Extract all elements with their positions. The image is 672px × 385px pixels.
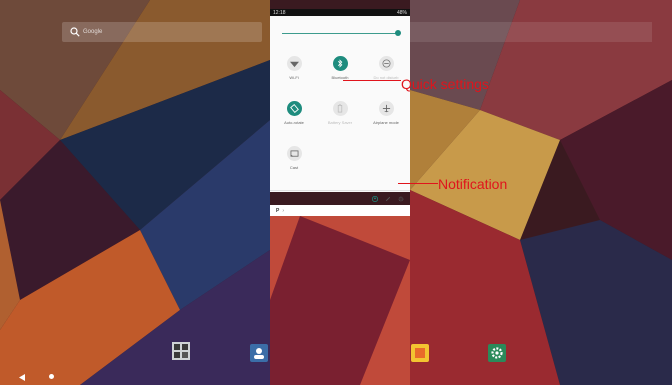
- contacts-icon[interactable]: [250, 344, 268, 362]
- cast-icon: [286, 146, 302, 161]
- tile-airplane[interactable]: Airplane mode: [369, 101, 403, 125]
- status-bar: 12:18 48%: [270, 9, 410, 16]
- bluetooth-icon: [332, 56, 348, 71]
- brightness-slider-thumb[interactable]: [395, 30, 401, 36]
- brightness-slider[interactable]: [282, 33, 398, 34]
- notification-app-icon: P: [276, 207, 280, 214]
- tile-dnd[interactable]: Do not disturb: [369, 56, 403, 80]
- quick-settings-panel: Wi-Fi Bluetooth Do not disturb Auto-rota…: [270, 16, 410, 202]
- google-search-bar[interactable]: Google: [62, 22, 262, 42]
- dnd-icon: [378, 56, 394, 71]
- settings-icon[interactable]: [398, 196, 404, 202]
- tile-battery-saver-label: Battery Saver: [327, 120, 353, 125]
- user-icon[interactable]: [372, 196, 378, 202]
- tile-cast[interactable]: Cast: [277, 146, 311, 170]
- airplane-icon: [378, 101, 394, 116]
- tile-wifi-label: Wi-Fi: [289, 75, 299, 80]
- search-bar-extension: [410, 22, 652, 42]
- notification-shade: 12:18 48% Wi-Fi Bluetooth Do not disturb: [270, 9, 410, 216]
- tile-airplane-label: Airplane mode: [373, 120, 399, 125]
- quick-settings-callout: Quick settings: [401, 76, 489, 92]
- quick-settings-pointer-line: [343, 80, 401, 81]
- status-battery: 48%: [396, 9, 407, 16]
- tile-auto-rotate[interactable]: Auto-rotate: [277, 101, 311, 125]
- back-icon[interactable]: [19, 374, 26, 381]
- status-time: 12:18: [273, 9, 286, 16]
- tile-bluetooth[interactable]: Bluetooth: [323, 56, 357, 80]
- notification-callout: Notification: [438, 176, 508, 192]
- search-icon: [70, 27, 80, 37]
- chevron-right-icon: ›: [282, 207, 285, 214]
- rotate-icon: [286, 101, 302, 116]
- wifi-icon: [286, 56, 302, 71]
- notification-pointer-line: [398, 183, 438, 184]
- edit-icon[interactable]: [385, 196, 391, 202]
- tile-wifi[interactable]: Wi-Fi: [277, 56, 311, 80]
- gallery-icon[interactable]: [411, 344, 429, 362]
- apps-icon[interactable]: [172, 342, 190, 360]
- tile-battery-saver[interactable]: Battery Saver: [323, 101, 357, 125]
- home-icon[interactable]: [49, 374, 54, 379]
- tile-cast-label: Cast: [289, 165, 299, 170]
- search-placeholder: Google: [83, 29, 103, 35]
- battery-saver-icon: [332, 101, 348, 116]
- notification-item[interactable]: P ›: [270, 205, 410, 216]
- tile-auto-rotate-label: Auto-rotate: [284, 120, 304, 125]
- settings-gear-icon[interactable]: [488, 344, 506, 362]
